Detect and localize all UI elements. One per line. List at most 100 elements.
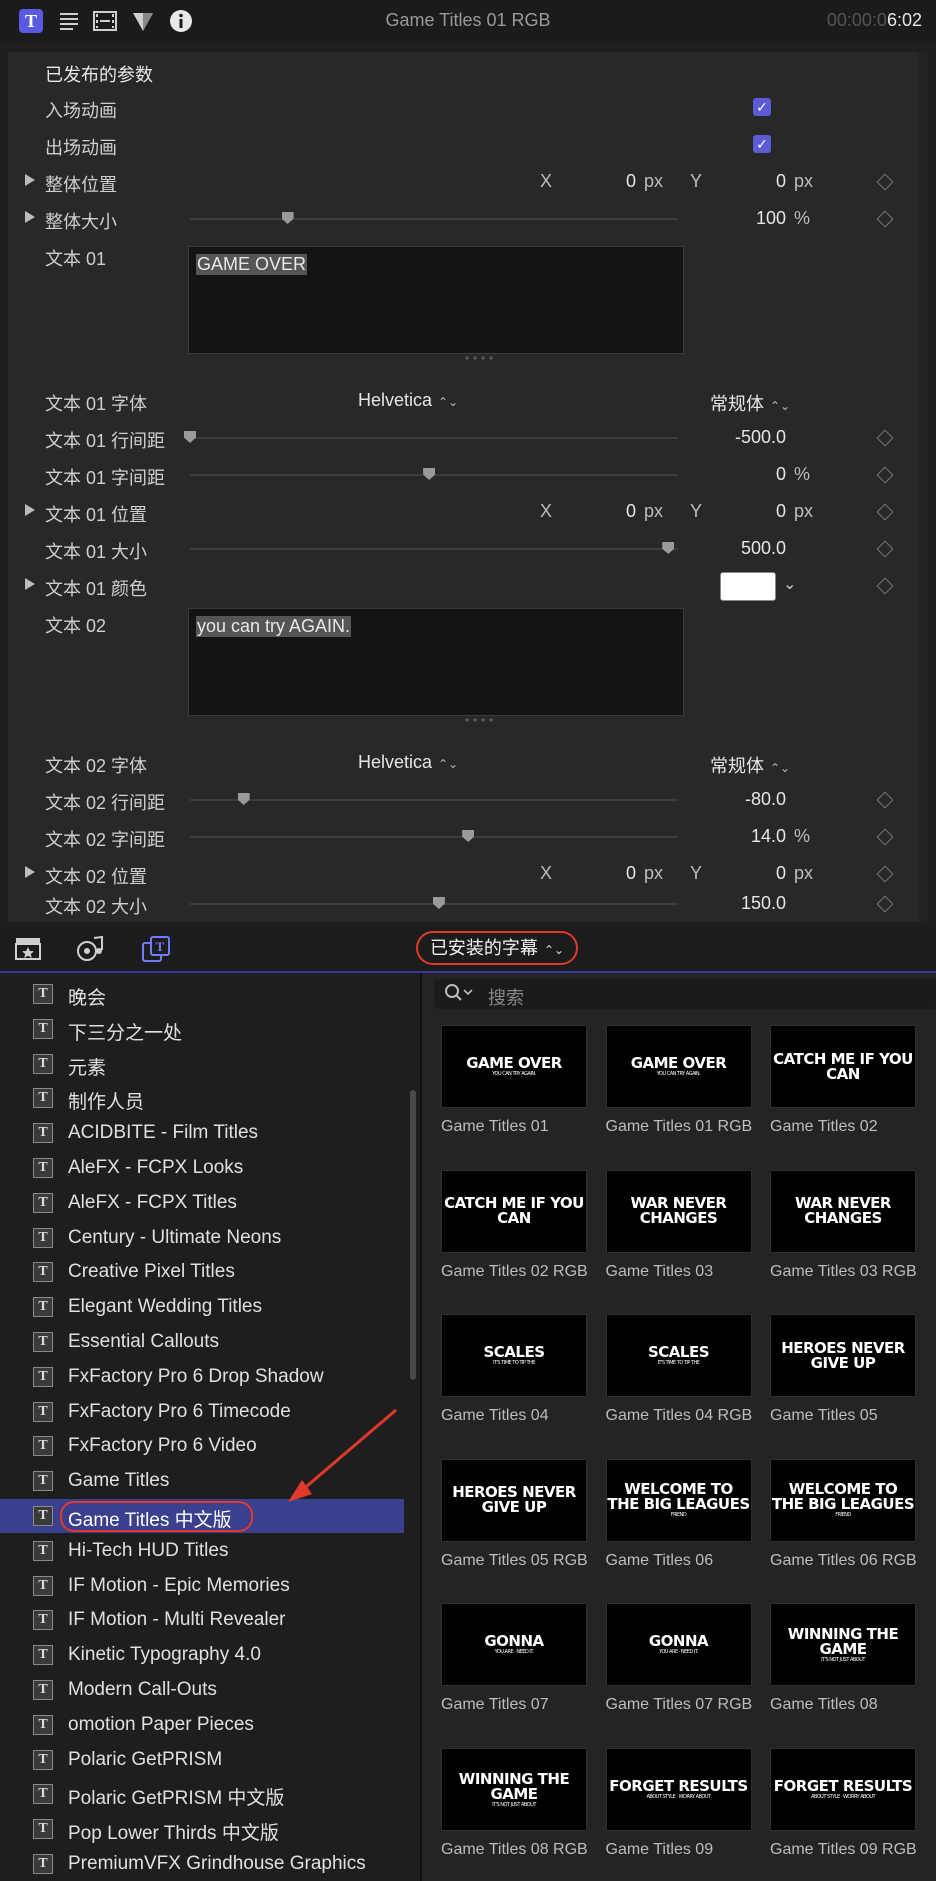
keyframe-diamond-icon[interactable] [876,466,894,484]
keyframe-diamond-icon[interactable] [876,503,894,521]
sidebar-item[interactable]: T IF Motion - Epic Memories [0,1569,404,1603]
title-thumbnail[interactable]: GAME OVER YOU CAN TRY AGAIN. [441,1025,587,1108]
keyframe-diamond-icon[interactable] [876,577,894,595]
keyframe-diamond-icon[interactable] [876,540,894,558]
keyframe-diamond-icon[interactable] [876,791,894,809]
sidebar-item[interactable]: T Creative Pixel Titles [0,1255,404,1289]
title-thumbnail[interactable]: WINNING THE GAME IT'S NOT JUST ABOUT [770,1603,916,1687]
text02-position-x[interactable]: 0 [588,863,636,884]
text02-size-value[interactable]: 150.0 [698,893,786,914]
text01-position-y[interactable]: 0 [738,501,786,522]
sidebar-item[interactable]: T Century - Ultimate Neons [0,1221,404,1255]
sidebar-item[interactable]: T Polaric GetPRISM [0,1743,404,1777]
slider-knob[interactable] [462,830,475,842]
slider-knob[interactable] [423,468,436,480]
disclosure-triangle-icon[interactable] [25,578,35,590]
sidebar-item[interactable]: T Hi-Tech HUD Titles [0,1534,404,1568]
inspector-scrollbar[interactable] [918,52,928,922]
text01-font-popup[interactable]: Helvetica ⌃⌄ [358,390,458,411]
sidebar-item[interactable]: T FxFactory Pro 6 Drop Shadow [0,1360,404,1394]
text01-tracking-value[interactable]: 0 [698,464,786,485]
sidebar-item[interactable]: T ACIDBITE - Film Titles [0,1116,404,1150]
sidebar-item[interactable]: Tomotion Paper Pieces [0,1708,404,1742]
keyframe-diamond-icon[interactable] [876,828,894,846]
text02-size-slider[interactable] [190,897,678,909]
sidebar-item[interactable]: T PremiumVFX Grindhouse Graphics [0,1847,404,1881]
disclosure-triangle-icon[interactable] [25,174,35,186]
title-thumbnail[interactable]: WAR NEVER CHANGES [770,1169,916,1253]
slider-knob[interactable] [432,897,445,909]
text01-style-popup[interactable]: 常规体 ⌃⌄ [710,390,790,416]
photos-music-icon[interactable] [76,935,104,962]
sidebar-item[interactable]: T 晚会 [0,977,404,1011]
overall-position-x[interactable]: 0 [588,171,636,192]
sidebar-item[interactable]: T IF Motion - Multi Revealer [0,1603,404,1637]
text02-line-spacing-slider[interactable] [190,793,678,805]
overall-size-value[interactable]: 100 [698,208,786,229]
text01-position-x[interactable]: 0 [588,501,636,522]
text02-position-y[interactable]: 0 [738,863,786,884]
keyframe-diamond-icon[interactable] [876,173,894,191]
text01-field[interactable]: GAME OVER [188,246,684,354]
title-thumbnail[interactable]: HEROES NEVER GIVE UP [441,1458,587,1542]
keyframe-diamond-icon[interactable] [876,210,894,228]
sidebar-item[interactable]: T 元素 [0,1047,404,1081]
title-thumbnail[interactable]: WAR NEVER CHANGES [605,1169,752,1253]
title-thumbnail[interactable]: FORGET RESULTS ABOUT STYLE · WORRY ABOUT [770,1748,916,1831]
sidebar-item[interactable]: T AleFX - FCPX Looks [0,1151,404,1185]
text02-field[interactable]: you can try AGAIN. [188,608,684,716]
title-thumbnail[interactable]: SCALES IT'S TIME TO TIP THE [441,1314,587,1398]
keyframe-diamond-icon[interactable] [876,429,894,447]
clapper-star-icon[interactable] [14,936,42,962]
title-thumbnail[interactable]: HEROES NEVER GIVE UP [770,1314,916,1398]
disclosure-triangle-icon[interactable] [25,211,35,223]
title-thumbnail[interactable]: GONNA YOU ARE · NEED IT. [605,1603,752,1687]
in-animation-checkbox[interactable]: ✓ [753,98,771,116]
title-thumbnail[interactable]: CATCH ME IF YOU CAN [770,1025,916,1108]
sidebar-scrollbar[interactable] [410,1090,416,1380]
text02-font-popup[interactable]: Helvetica ⌃⌄ [358,752,458,773]
text02-line-spacing-value[interactable]: -80.0 [698,789,786,810]
sidebar-item[interactable]: T Pop Lower Thirds 中文版 [0,1812,404,1846]
title-thumbnail[interactable]: WELCOME TO THE BIG LEAGUES FRIEND [605,1458,752,1542]
text02-style-popup[interactable]: 常规体 ⌃⌄ [710,752,790,778]
sidebar-item[interactable]: T FxFactory Pro 6 Video [0,1429,404,1463]
overall-size-slider[interactable] [190,212,678,224]
title-thumbnail[interactable]: GONNA YOU ARE · NEED IT. [441,1603,587,1687]
sidebar-item[interactable]: T Essential Callouts [0,1325,404,1359]
title-thumbnail[interactable]: WINNING THE GAME IT'S NOT JUST ABOUT [441,1748,587,1831]
title-thumbnail[interactable]: SCALES IT'S TIME TO TIP THE [605,1314,752,1398]
text01-line-spacing-value[interactable]: -500.0 [698,427,786,448]
title-thumbnail[interactable]: GAME OVER YOU CAN TRY AGAIN. [605,1025,752,1108]
disclosure-triangle-icon[interactable] [25,504,35,516]
slider-knob[interactable] [184,431,196,443]
resize-grip[interactable] [463,718,493,722]
keyframe-diamond-icon[interactable] [876,895,894,913]
text02-tracking-slider[interactable] [190,830,678,842]
text01-size-value[interactable]: 500.0 [698,538,786,559]
slider-knob[interactable] [662,542,675,554]
disclosure-triangle-icon[interactable] [25,866,35,878]
search-field[interactable]: 搜索 [434,979,936,1009]
text01-line-spacing-slider[interactable] [184,431,678,443]
text01-color-swatch[interactable] [720,572,776,601]
title-thumbnail[interactable]: CATCH ME IF YOU CAN [441,1169,587,1253]
sidebar-item[interactable]: T AleFX - FCPX Titles [0,1186,404,1220]
sidebar-item[interactable]: T 下三分之一处 [0,1012,404,1046]
titles-generators-icon[interactable]: T [142,936,170,962]
resize-grip[interactable] [463,356,493,360]
overall-position-y[interactable]: 0 [738,171,786,192]
text01-size-slider[interactable] [190,542,678,554]
sidebar-item[interactable]: T Game Titles 中文版 [0,1499,404,1533]
text02-tracking-value[interactable]: 14.0 [698,826,786,847]
sidebar-item[interactable]: T Polaric GetPRISM 中文版 [0,1777,404,1811]
out-animation-checkbox[interactable]: ✓ [753,135,771,153]
sidebar-item[interactable]: T Modern Call-Outs [0,1673,404,1707]
sidebar-item[interactable]: T 制作人员 [0,1081,404,1115]
slider-knob[interactable] [237,793,250,805]
text01-tracking-slider[interactable] [190,468,678,480]
title-thumbnail[interactable]: FORGET RESULTS ABOUT STYLE · WORRY ABOUT [605,1748,752,1831]
title-thumbnail[interactable]: WELCOME TO THE BIG LEAGUES FRIEND [770,1458,916,1542]
chevron-down-icon[interactable]: ⌄ [783,574,796,594]
keyframe-diamond-icon[interactable] [876,865,894,883]
